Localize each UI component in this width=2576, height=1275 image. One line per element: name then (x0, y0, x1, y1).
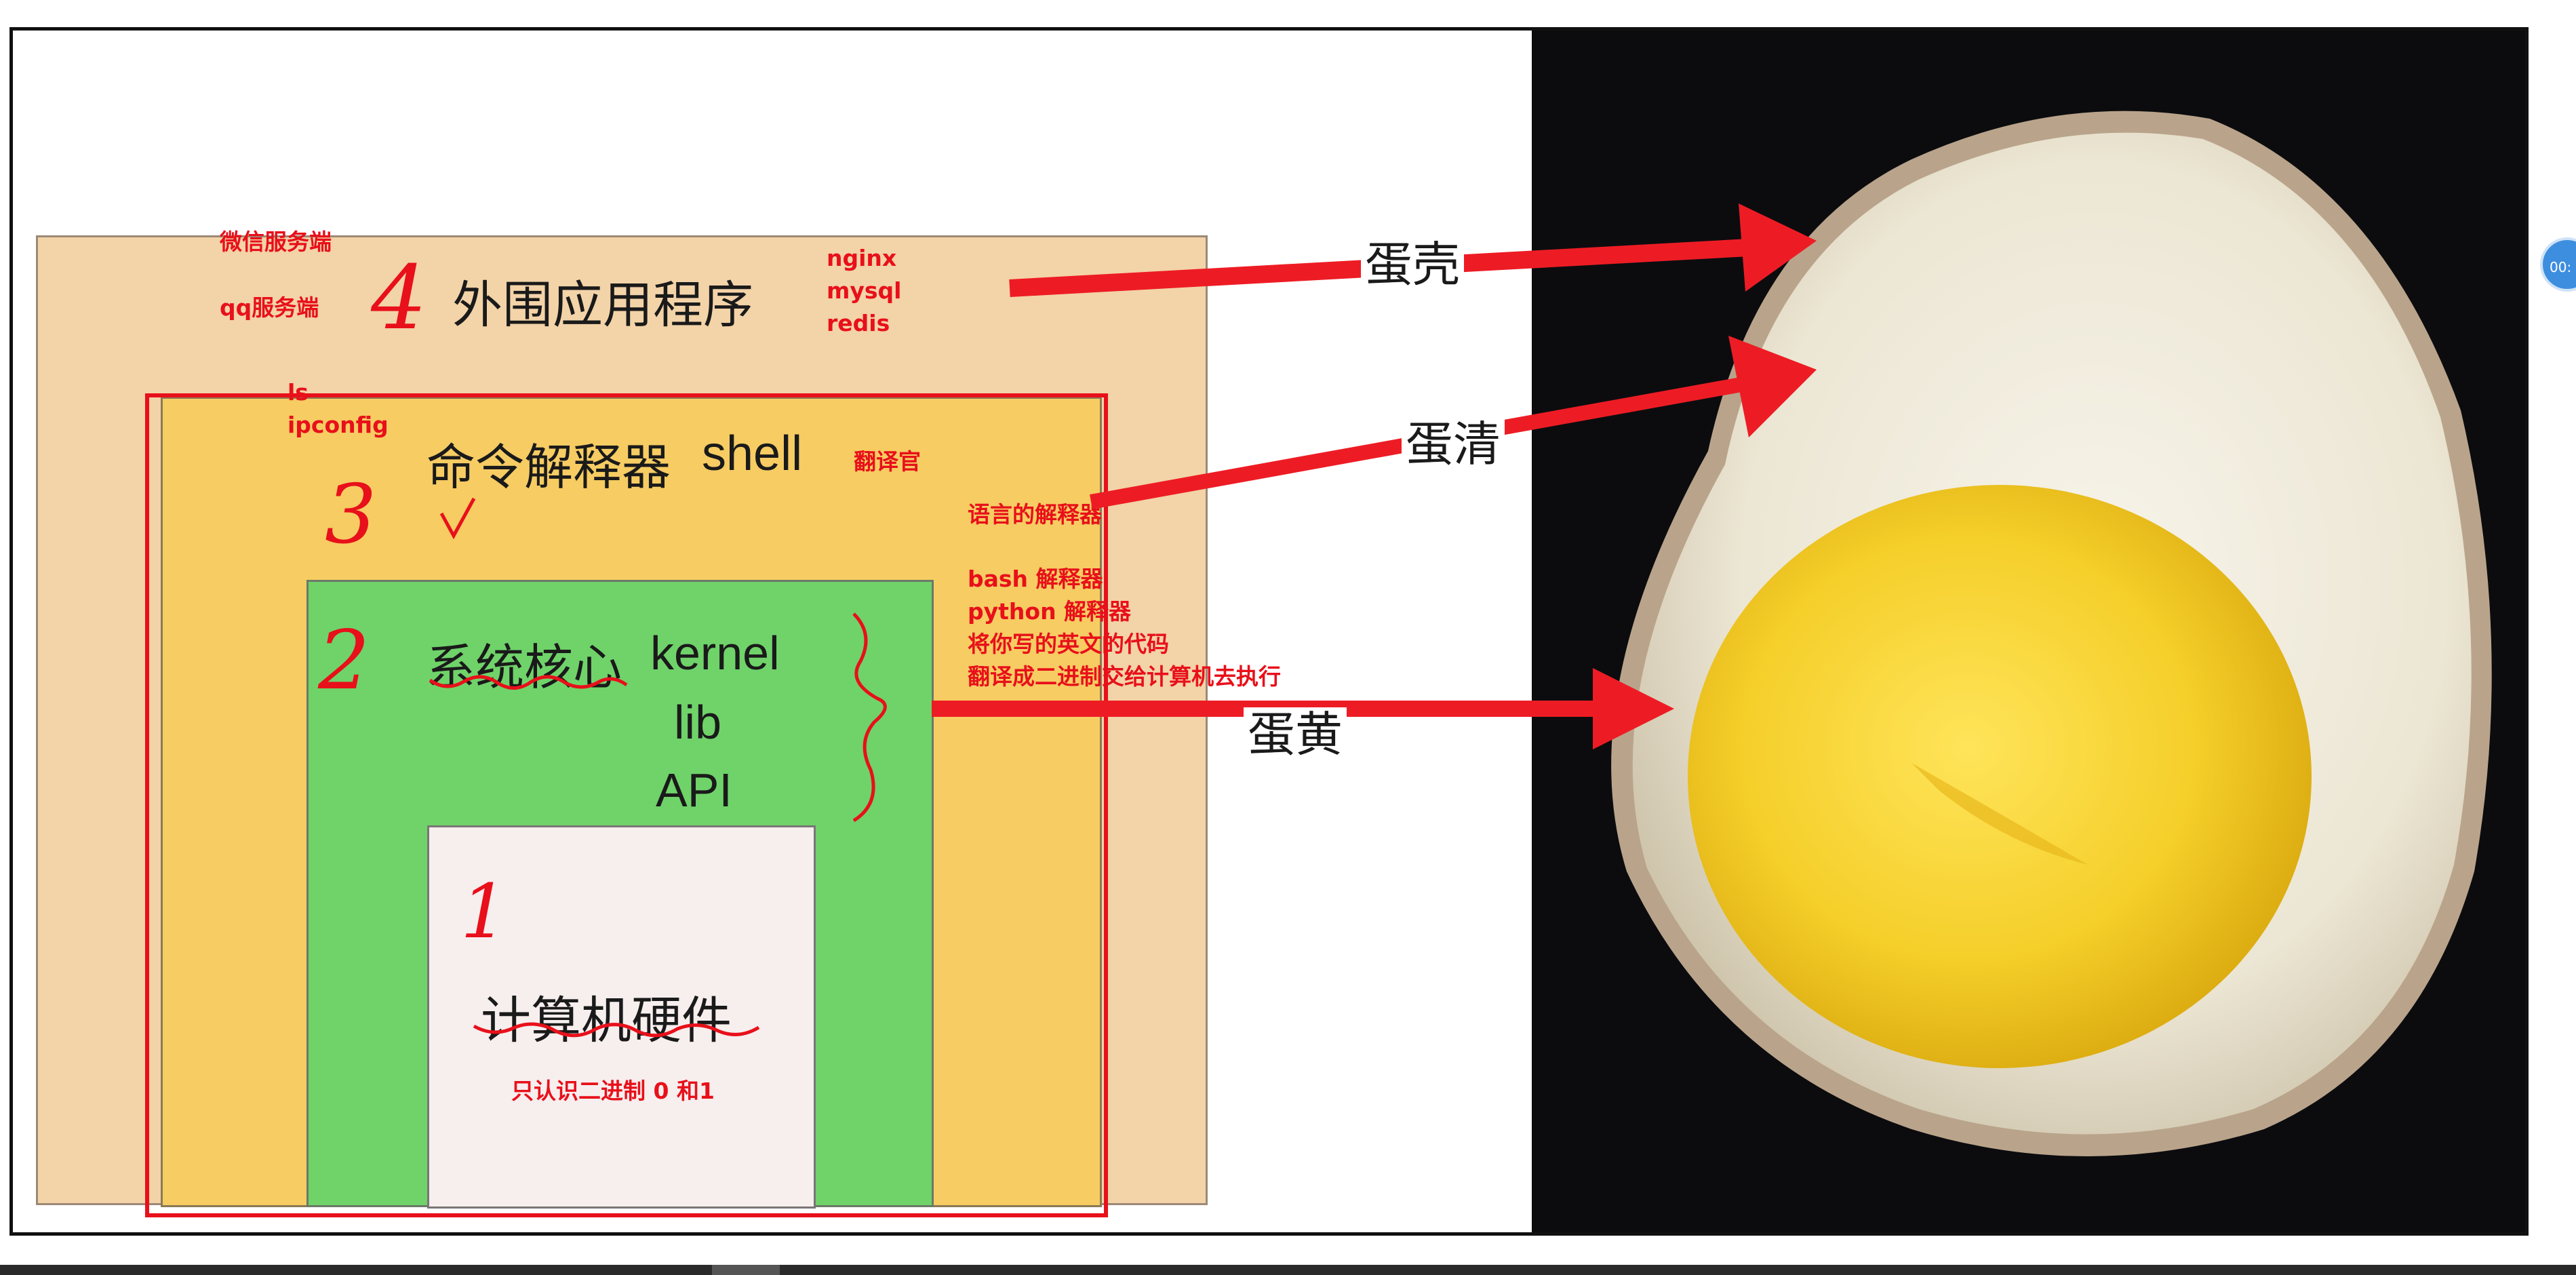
egg-shell-label: 蛋壳 (1361, 237, 1464, 292)
side-floating-widget[interactable]: 00: (2540, 237, 2576, 292)
bottom-taskbar-tab[interactable] (712, 1265, 780, 1275)
arrow-white-head (1728, 336, 1817, 437)
bottom-taskbar (0, 1265, 2576, 1275)
egg-yolk-label: 蛋黄 (1244, 707, 1347, 762)
arrow-shell-head (1739, 203, 1817, 292)
slide-frame: 外围应用程序 命令解释器 shell 系统核心 kernel lib API 计… (9, 27, 2529, 1236)
egg-white-label: 蛋清 (1402, 417, 1505, 471)
arrows-layer (932, 203, 1817, 749)
arrow-yolk-head (1593, 668, 1674, 749)
